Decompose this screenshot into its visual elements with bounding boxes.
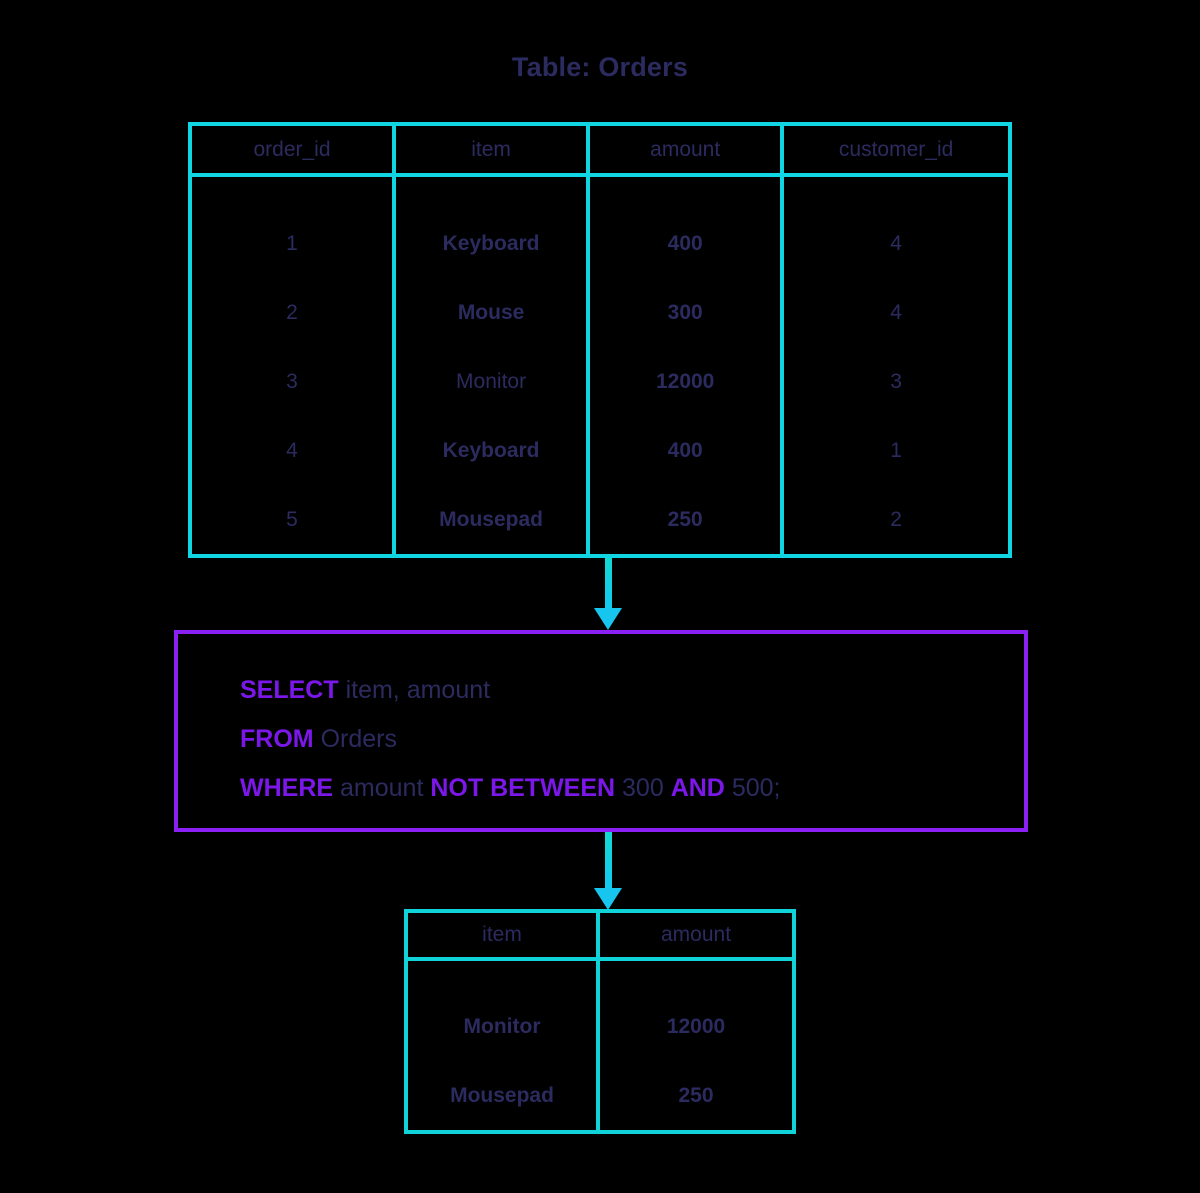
table-cell: 400 [667, 231, 703, 255]
result-table-body: Monitor Mousepad 12000 250 [408, 961, 792, 1130]
arrow-down-icon-table-to-query [594, 558, 622, 630]
result-column-header-amount: amount [661, 923, 732, 946]
table-cell: 4 [890, 300, 902, 324]
source-column-customer-id: 4 4 3 1 2 [784, 177, 1008, 554]
table-cell: Keyboard [442, 438, 540, 462]
source-column-order-id: 1 2 3 4 5 [192, 177, 397, 554]
table-cell: 1 [286, 231, 298, 255]
table-cell: Monitor [456, 369, 527, 393]
source-table-body: 1 2 3 4 5 Keyboard Mouse Monitor Keyboar… [192, 177, 1008, 554]
table-cell: 3 [890, 369, 902, 393]
sql-from-table: Orders [320, 725, 397, 753]
table-cell: 1 [890, 438, 902, 462]
table-cell: 250 [678, 1083, 714, 1107]
source-column-item: Keyboard Mouse Monitor Keyboard Mousepad [396, 177, 591, 554]
sql-line-where: WHERE amount NOT BETWEEN 300 AND 500; [240, 764, 1024, 813]
table-cell: 12000 [666, 1014, 726, 1038]
sql-select-columns: item, amount [345, 676, 491, 704]
table-cell: 4 [286, 438, 298, 462]
sql-query-box: SELECT item, amount FROM Orders WHERE am… [174, 630, 1028, 832]
sql-operator-not-between: NOT BETWEEN [430, 774, 616, 802]
table-cell: 12000 [655, 369, 715, 393]
arrow-shaft [605, 558, 612, 608]
column-header-order-id: order_id [192, 126, 397, 173]
result-column-item: Monitor Mousepad [408, 961, 601, 1130]
table-cell: Monitor [463, 1014, 541, 1038]
source-column-amount: 400 300 12000 400 250 [590, 177, 785, 554]
sql-keyword-and: AND [670, 774, 725, 802]
arrow-head [594, 608, 622, 630]
result-column-amount: 12000 250 [600, 961, 792, 1130]
result-column-header-item: item [408, 913, 601, 957]
sql-line-from: FROM Orders [240, 715, 1024, 764]
sql-keyword-where: WHERE [240, 774, 334, 802]
table-cell: 2 [286, 300, 298, 324]
table-cell: 3 [286, 369, 298, 393]
source-table-orders: order_id item amount customer_id 1 2 3 4… [188, 122, 1012, 558]
table-cell: 5 [286, 507, 298, 531]
arrow-head [594, 888, 622, 910]
sql-keyword-from: FROM [240, 725, 314, 753]
result-table-header-row: item amount [408, 913, 792, 961]
arrow-shaft [605, 832, 612, 888]
result-table: item amount Monitor Mousepad 12000 250 [404, 909, 796, 1134]
table-cell: 2 [890, 507, 902, 531]
table-cell: 400 [667, 438, 703, 462]
column-header-item: item [396, 126, 591, 173]
sql-where-column: amount [340, 774, 424, 802]
page-title: Table: Orders [511, 52, 689, 82]
source-table-header-row: order_id item amount customer_id [192, 126, 1008, 177]
table-cell: Keyboard [442, 231, 540, 255]
sql-range-high: 500; [731, 774, 781, 802]
sql-range-low: 300 [622, 774, 664, 802]
column-header-customer-id: customer_id [838, 137, 954, 161]
table-cell: Mouse [457, 300, 525, 324]
table-cell: Mousepad [439, 507, 543, 531]
sql-keyword-select: SELECT [240, 676, 339, 704]
table-cell: 4 [890, 231, 902, 255]
column-header-amount: amount [590, 126, 785, 173]
table-cell: Mousepad [450, 1083, 554, 1107]
table-cell: 250 [667, 507, 703, 531]
arrow-down-icon-query-to-result [594, 832, 622, 910]
table-cell: 300 [667, 300, 703, 324]
sql-line-select: SELECT item, amount [240, 666, 1024, 715]
